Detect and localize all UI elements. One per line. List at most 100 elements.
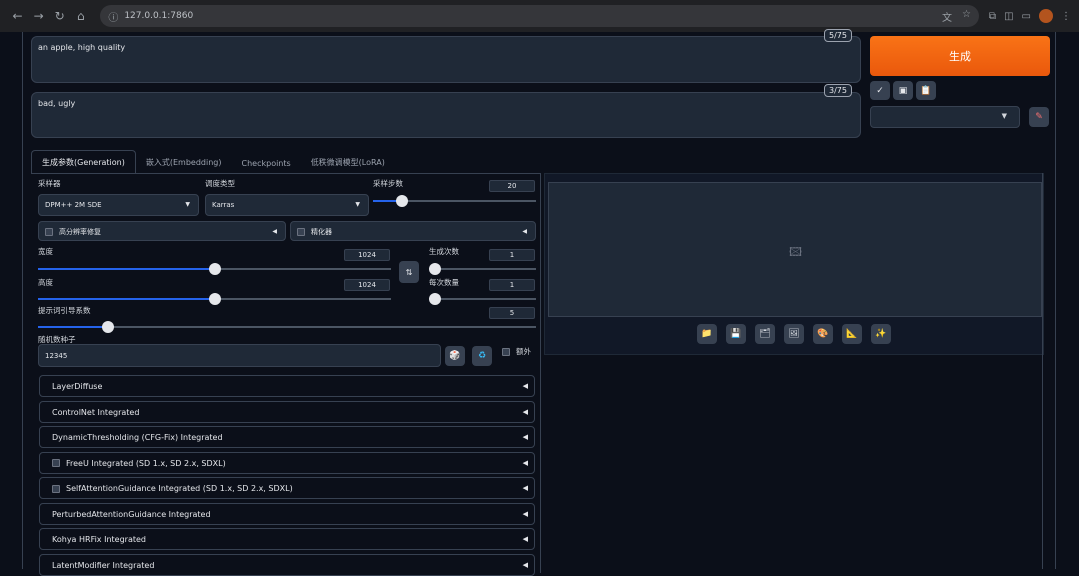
sidebar-icon[interactable]: ▭ [1022,11,1031,22]
profile-avatar[interactable] [1038,9,1053,23]
collapse-triangle-icon: ◀ [272,228,277,235]
width-slider-thumb[interactable] [208,263,221,275]
accordion-checkbox[interactable] [52,459,60,467]
collapse-triangle-icon: ◀ [522,484,528,492]
clear-prompt-button[interactable]: ▣ [893,81,913,100]
negative-token-counter: 3/75 [824,84,852,97]
menu-kebab-icon[interactable]: ⋮ [1061,11,1071,22]
tab-lora[interactable]: 低秩微调模型(LoRA) [301,151,395,174]
sampler-label: 采样器 [38,179,61,188]
batch-count-slider[interactable] [429,263,536,275]
cfg-slider[interactable] [38,321,536,333]
height-label: 高度 [38,278,53,287]
schedule-label: 调度类型 [205,179,235,188]
width-slider[interactable] [38,263,391,275]
edit-styles-button[interactable]: ✎ [1029,107,1049,127]
sparkle-button[interactable]: ✨ [871,324,891,344]
accordion-label: SelfAttentionGuidance Integrated (SD 1.x… [66,484,293,493]
random-seed-button[interactable]: 🎲 [445,346,465,366]
width-input[interactable]: 1024 [344,249,390,261]
back-icon[interactable]: ← [8,6,27,26]
accordion-2[interactable]: DynamicThresholding (CFG-Fix) Integrated… [39,426,535,448]
collapse-triangle-icon: ◀ [522,407,528,416]
accordion-1[interactable]: ControlNet Integrated ◀ [39,400,535,423]
send-to-img2img-button[interactable]: 🖼 [784,324,804,344]
output-gallery: 🖾 [548,182,1042,317]
seed-input[interactable]: 12345 [38,344,441,367]
batch-count-slider-thumb[interactable] [429,263,441,275]
extension-icon[interactable]: ⧉ [989,11,996,22]
refiner-label: 精化器 [311,228,332,236]
extra-seed-toggle[interactable]: 额外 [502,346,531,357]
sampler-dropdown[interactable]: DPM++ 2M SDE ▼ [38,194,199,216]
styles-dropdown[interactable]: ▼ [870,106,1020,128]
accordion-0[interactable]: LayerDiffuse ◀ [39,375,535,397]
batch-size-input[interactable]: 1 [489,279,535,291]
accordion-4[interactable]: SelfAttentionGuidance Integrated (SD 1.x… [39,477,535,499]
reload-icon[interactable]: ↻ [50,6,69,26]
generation-panel: 采样器 DPM++ 2M SDE ▼ 调度类型 Karras ▼ 采样步数 20… [31,173,541,576]
accordion-label: PerturbedAttentionGuidance Integrated [52,509,211,519]
collapse-triangle-icon: ◀ [522,535,528,543]
batch-size-slider-thumb[interactable] [429,293,441,305]
chevron-down-icon: ▼ [355,201,360,208]
zip-button[interactable]: 🗂 [755,324,775,344]
reuse-seed-button[interactable]: ♻ [472,346,492,366]
extensions-puzzle-icon[interactable]: ◫ [1004,11,1013,22]
save-button[interactable]: 💾 [726,324,746,344]
schedule-dropdown[interactable]: Karras ▼ [205,194,369,216]
chevron-down-icon: ▼ [185,201,190,208]
bookmark-star-icon[interactable]: ☆ [962,9,971,24]
batch-count-input[interactable]: 1 [489,249,535,261]
collapse-triangle-icon: ◀ [522,509,528,518]
collapse-triangle-icon: ◀ [522,560,528,569]
positive-prompt-text: an apple, high quality [38,43,126,52]
steps-slider-thumb[interactable] [396,195,409,207]
tab-generation[interactable]: 生成参数(Generation) [31,150,136,174]
steps-slider[interactable] [373,195,536,207]
height-slider[interactable] [38,293,391,305]
browser-toolbar: ← → ↻ ⌂ ⓘ 127.0.0.1:7860 文 ☆ ⧉ ◫ ▭ ⋮ [0,0,1079,32]
generate-button[interactable]: 生成 [870,36,1050,76]
apply-styles-button[interactable]: ✓ [870,81,890,100]
open-folder-button[interactable]: 📁 [697,324,717,344]
accordion-5[interactable]: PerturbedAttentionGuidance Integrated ◀ [39,502,535,525]
accordion-checkbox[interactable] [52,484,60,493]
height-slider-fill [38,298,215,300]
refiner-accordion[interactable]: 精化器 ◀ [290,221,536,241]
schedule-value: Karras [212,201,235,209]
tab-embedding[interactable]: 嵌入式(Embedding) [136,151,232,174]
accordion-6[interactable]: Kohya HRFix Integrated ◀ [39,528,535,550]
site-info-icon[interactable]: ⓘ [108,9,118,24]
height-input[interactable]: 1024 [344,279,390,291]
home-icon[interactable]: ⌂ [71,6,90,26]
hires-fix-checkbox[interactable] [45,228,53,236]
collapse-triangle-icon: ◀ [522,228,527,235]
accordion-3[interactable]: FreeU Integrated (SD 1.x, SD 2.x, SDXL) ◀ [39,451,535,474]
collapse-triangle-icon: ◀ [522,433,528,441]
batch-size-slider[interactable] [429,293,536,305]
translate-icon[interactable]: 文 [942,9,952,24]
hires-fix-accordion[interactable]: 高分辨率修复 ◀ [38,221,286,241]
cfg-input[interactable]: 5 [489,307,535,319]
accordion-label: Kohya HRFix Integrated [52,535,146,544]
paste-params-button[interactable]: 📋 [916,81,936,100]
negative-prompt-text: bad, ugly [38,99,76,108]
cfg-slider-thumb[interactable] [101,321,114,333]
forward-icon[interactable]: → [29,6,48,26]
send-to-extras-button[interactable]: 📐 [842,324,862,344]
send-to-inpaint-button[interactable]: 🎨 [813,324,833,344]
sampler-value: DPM++ 2M SDE [45,201,102,209]
steps-input[interactable]: 20 [489,180,535,192]
tab-checkpoints[interactable]: Checkpoints [232,153,301,174]
cfg-slider-fill [38,326,108,328]
negative-prompt-textarea[interactable]: bad, ugly [31,92,861,138]
swap-dimensions-button[interactable]: ⇅ [399,261,419,283]
accordion-label: LayerDiffuse [52,382,103,391]
extra-seed-checkbox[interactable] [502,348,510,356]
address-bar[interactable]: ⓘ 127.0.0.1:7860 文 ☆ [100,5,979,27]
accordion-7[interactable]: LatentModifier Integrated ◀ [39,553,535,576]
refiner-checkbox[interactable] [297,228,305,236]
height-slider-thumb[interactable] [208,293,221,305]
positive-prompt-textarea[interactable]: an apple, high quality [31,36,861,83]
